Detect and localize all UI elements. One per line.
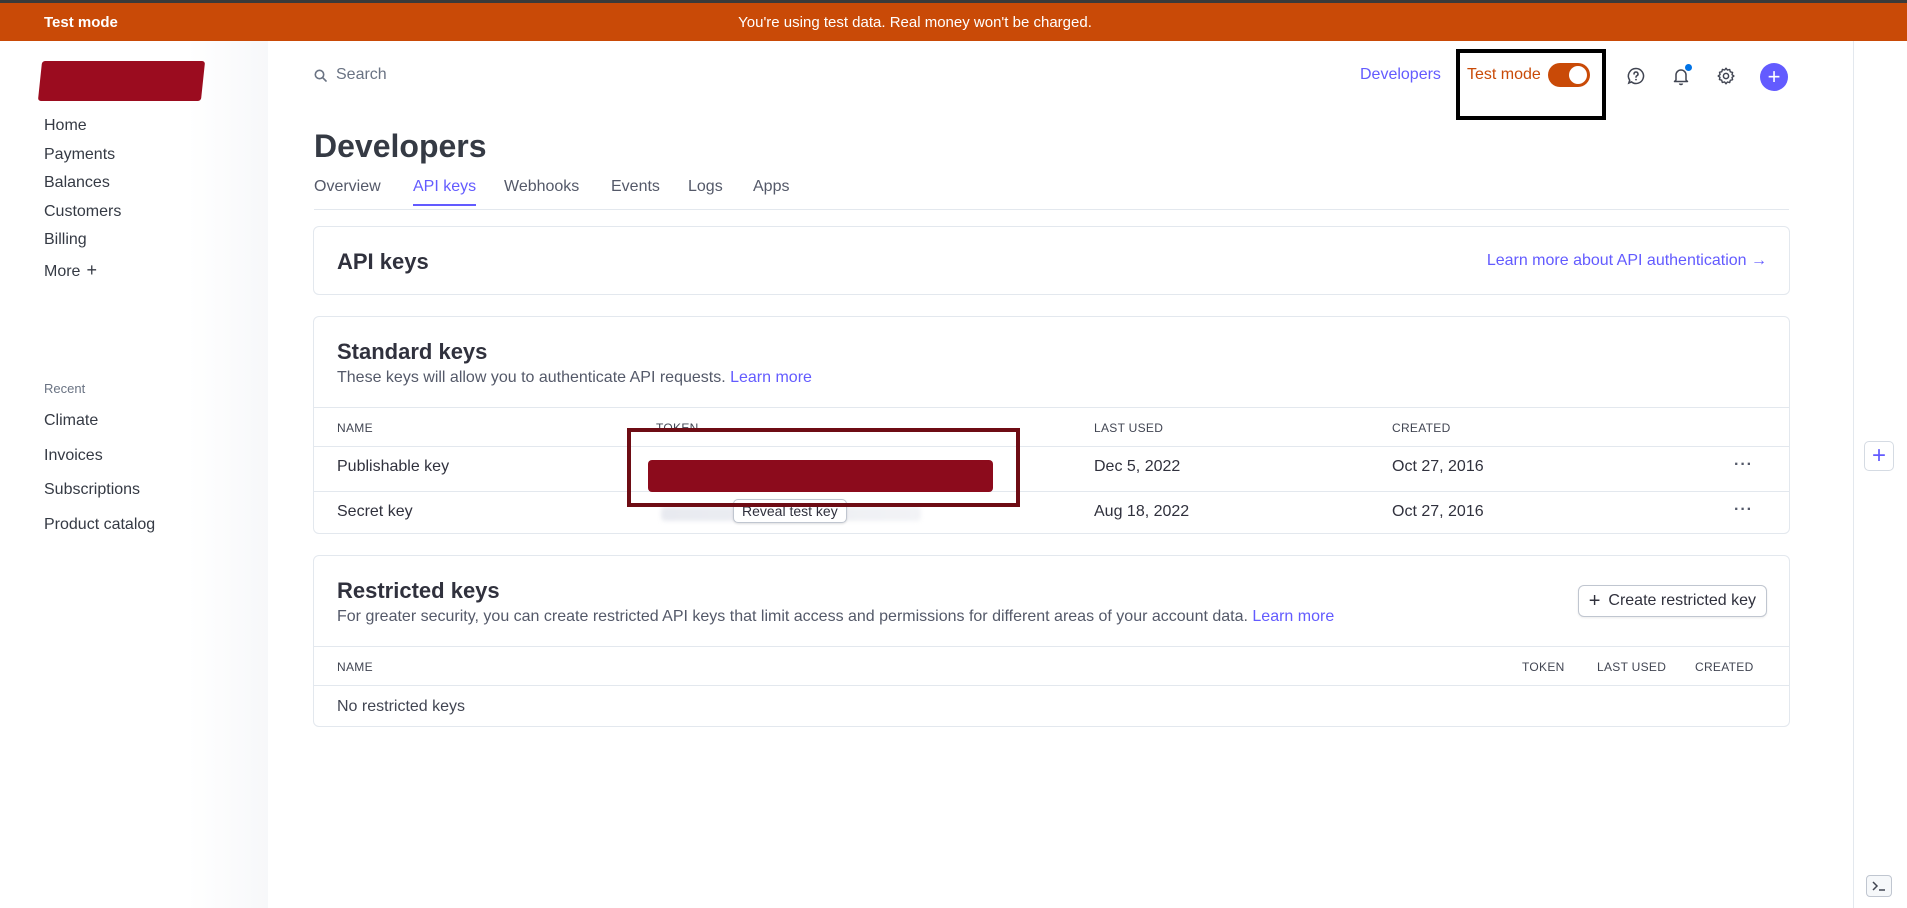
tab-api-keys[interactable]: API keys <box>413 178 477 206</box>
standard-keys-card: Standard keys These keys will allow you … <box>313 316 1790 534</box>
restricted-keys-card: Restricted keys For greater security, yo… <box>313 555 1790 727</box>
standard-keys-description: These keys will allow you to authenticat… <box>337 369 812 387</box>
divider <box>314 685 1789 686</box>
create-restricted-key-label: Create restricted key <box>1608 592 1756 609</box>
divider <box>314 407 1789 408</box>
recent-item-invoices[interactable]: Invoices <box>44 447 103 465</box>
sidebar-item-balances[interactable]: Balances <box>44 174 110 192</box>
divider <box>314 446 1789 447</box>
top-bar: Search Developers Test mode + <box>268 41 1853 120</box>
tab-overview[interactable]: Overview <box>314 178 381 196</box>
token-highlight-box <box>627 428 1020 507</box>
column-header-created: CREATED <box>1695 660 1754 674</box>
test-mode-toggle[interactable] <box>1548 63 1590 87</box>
sidebar-item-home[interactable]: Home <box>44 117 87 135</box>
search-icon <box>314 69 327 82</box>
recent-item-climate[interactable]: Climate <box>44 412 98 430</box>
tab-webhooks[interactable]: Webhooks <box>504 178 579 196</box>
create-restricted-key-button[interactable]: + Create restricted key <box>1577 585 1767 617</box>
test-mode-banner: Test mode You're using test data. Real m… <box>0 3 1907 41</box>
api-keys-card: API keys Learn more about API authentica… <box>313 226 1790 295</box>
standard-keys-description-text: These keys will allow you to authenticat… <box>337 369 726 386</box>
search-input[interactable]: Search <box>314 66 387 84</box>
empty-state-text: No restricted keys <box>337 698 466 715</box>
key-name: Publishable key <box>337 458 450 475</box>
column-header-name: NAME <box>337 421 373 435</box>
more-actions-icon[interactable]: ··· <box>1734 501 1753 519</box>
sidebar: Home Payments Balances Customers Billing… <box>0 41 268 908</box>
tab-events[interactable]: Events <box>611 178 660 196</box>
column-header-token: TOKEN <box>1522 660 1565 674</box>
divider <box>314 491 1789 492</box>
standard-keys-title: Standard keys <box>337 339 488 364</box>
page-title: Developers <box>314 128 487 164</box>
toggle-knob <box>1569 66 1587 84</box>
developer-tabs: Overview API keys Webhooks Events Logs A… <box>314 178 1789 210</box>
restricted-keys-description: For greater security, you can create res… <box>337 608 1334 626</box>
developers-link[interactable]: Developers <box>1360 66 1441 84</box>
restricted-keys-title: Restricted keys <box>337 578 500 603</box>
divider <box>314 646 1789 647</box>
key-last-used: Dec 5, 2022 <box>1094 458 1181 475</box>
recent-item-subscriptions[interactable]: Subscriptions <box>44 481 140 499</box>
sidebar-item-customers[interactable]: Customers <box>44 203 121 221</box>
sidebar-item-payments[interactable]: Payments <box>44 146 115 164</box>
key-created: Oct 27, 2016 <box>1392 458 1484 475</box>
key-name: Secret key <box>337 503 413 520</box>
create-new-plus-button[interactable]: + <box>1760 63 1788 91</box>
key-last-used: Aug 18, 2022 <box>1094 503 1190 520</box>
test-mode-label: Test mode <box>1467 66 1541 83</box>
column-header-last-used: LAST USED <box>1094 421 1164 435</box>
notifications-bell-icon[interactable] <box>1668 63 1694 89</box>
right-utility-rail: + <box>1853 41 1907 908</box>
standard-keys-learn-more-link[interactable]: Learn more <box>730 369 812 386</box>
sidebar-item-more[interactable]: More + <box>44 260 97 281</box>
tab-logs[interactable]: Logs <box>688 178 723 196</box>
sidebar-item-more-label: More <box>44 263 81 280</box>
account-logo-redacted[interactable] <box>37 61 206 101</box>
restricted-keys-description-text: For greater security, you can create res… <box>337 608 1248 625</box>
sidebar-item-billing[interactable]: Billing <box>44 231 87 249</box>
settings-gear-icon[interactable] <box>1713 63 1739 89</box>
more-actions-icon[interactable]: ··· <box>1734 456 1753 474</box>
column-header-created: CREATED <box>1392 421 1451 435</box>
restricted-keys-learn-more-link[interactable]: Learn more <box>1252 608 1334 625</box>
notification-dot <box>1685 64 1692 71</box>
recent-heading: Recent <box>44 381 86 396</box>
api-keys-title: API keys <box>337 249 429 274</box>
plus-icon: + <box>86 260 97 280</box>
key-created: Oct 27, 2016 <box>1392 503 1484 520</box>
plus-icon: + <box>1588 589 1601 612</box>
column-header-name: NAME <box>337 660 373 674</box>
learn-api-auth-link[interactable]: Learn more about API authentication → <box>1487 252 1767 270</box>
add-panel-plus-icon[interactable]: + <box>1864 441 1894 471</box>
help-icon[interactable] <box>1623 63 1649 89</box>
tab-apps[interactable]: Apps <box>753 178 789 196</box>
banner-message: You're using test data. Real money won't… <box>738 14 1092 31</box>
column-header-last-used: LAST USED <box>1597 660 1667 674</box>
recent-item-product-catalog[interactable]: Product catalog <box>44 516 155 534</box>
search-placeholder: Search <box>336 66 387 83</box>
terminal-icon[interactable] <box>1866 875 1892 897</box>
